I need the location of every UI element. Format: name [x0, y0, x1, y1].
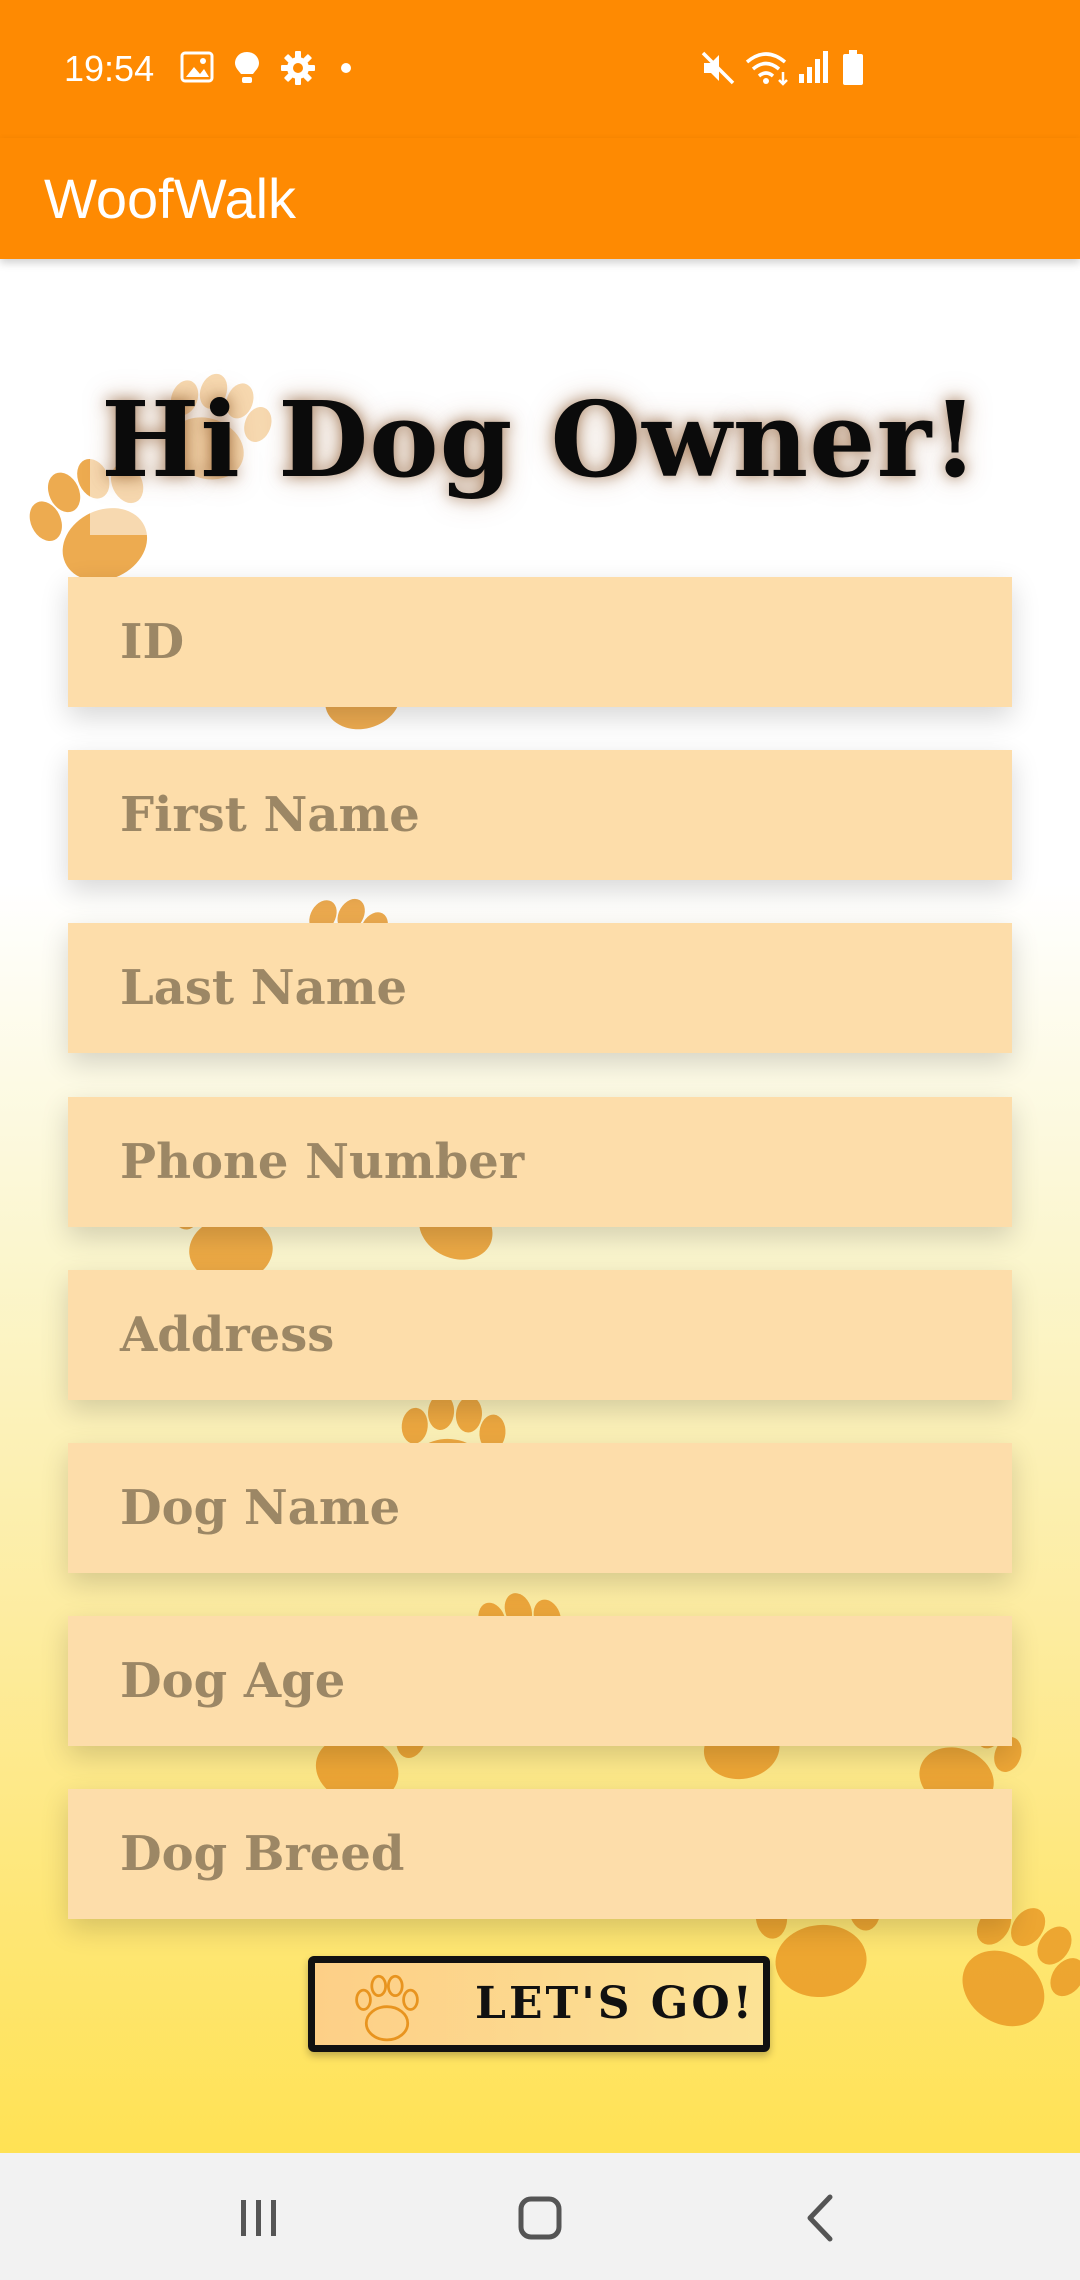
- gear-icon: [281, 51, 315, 85]
- greeting-banner: Hi Dog Owner!: [90, 355, 990, 535]
- app-bar: WoofWalk: [0, 138, 1080, 259]
- dog-breed-placeholder: Dog Breed: [120, 1826, 405, 1882]
- last-name-field[interactable]: Last Name: [68, 923, 1012, 1053]
- phone-number-field[interactable]: Phone Number: [68, 1097, 1012, 1227]
- battery-icon: [843, 50, 863, 85]
- dog-name-placeholder: Dog Name: [120, 1480, 401, 1536]
- last-name-placeholder: Last Name: [120, 960, 408, 1016]
- lets-go-button[interactable]: LET'S GO!: [308, 1956, 770, 2052]
- status-time: 19:54: [64, 48, 155, 89]
- dog-age-field[interactable]: Dog Age: [68, 1616, 1012, 1746]
- dog-breed-field[interactable]: Dog Breed: [68, 1789, 1012, 1919]
- image-icon: [180, 51, 214, 83]
- home-icon[interactable]: [505, 2183, 575, 2253]
- nav-bar: [0, 2153, 1080, 2280]
- signal-icon: [799, 51, 828, 83]
- status-bar: 19:54: [0, 0, 1080, 138]
- dot-icon: [341, 63, 351, 73]
- dog-age-placeholder: Dog Age: [120, 1653, 346, 1709]
- id-placeholder: ID: [120, 614, 185, 670]
- lets-go-label: LET'S GO!: [475, 1978, 755, 2029]
- app-title: WoofWalk: [44, 167, 297, 230]
- recents-icon[interactable]: [224, 2183, 294, 2253]
- back-icon[interactable]: [786, 2183, 856, 2253]
- first-name-placeholder: First Name: [120, 787, 420, 843]
- mute-icon: [701, 51, 735, 85]
- address-placeholder: Address: [120, 1307, 335, 1363]
- wifi-icon: [745, 52, 788, 86]
- first-name-field[interactable]: First Name: [68, 750, 1012, 880]
- address-field[interactable]: Address: [68, 1270, 1012, 1400]
- paw-icon: [355, 1974, 419, 2042]
- greeting-title: Hi Dog Owner!: [101, 378, 979, 501]
- id-field[interactable]: ID: [68, 577, 1012, 707]
- lightbulb-icon: [235, 52, 259, 83]
- dog-name-field[interactable]: Dog Name: [68, 1443, 1012, 1573]
- phone-number-placeholder: Phone Number: [120, 1134, 525, 1190]
- screen: 19:54 WoofWalk Hi Dog Owner! ID First Na…: [0, 0, 1080, 2280]
- main-content: Hi Dog Owner! ID First Name Last Name Ph…: [0, 259, 1080, 2153]
